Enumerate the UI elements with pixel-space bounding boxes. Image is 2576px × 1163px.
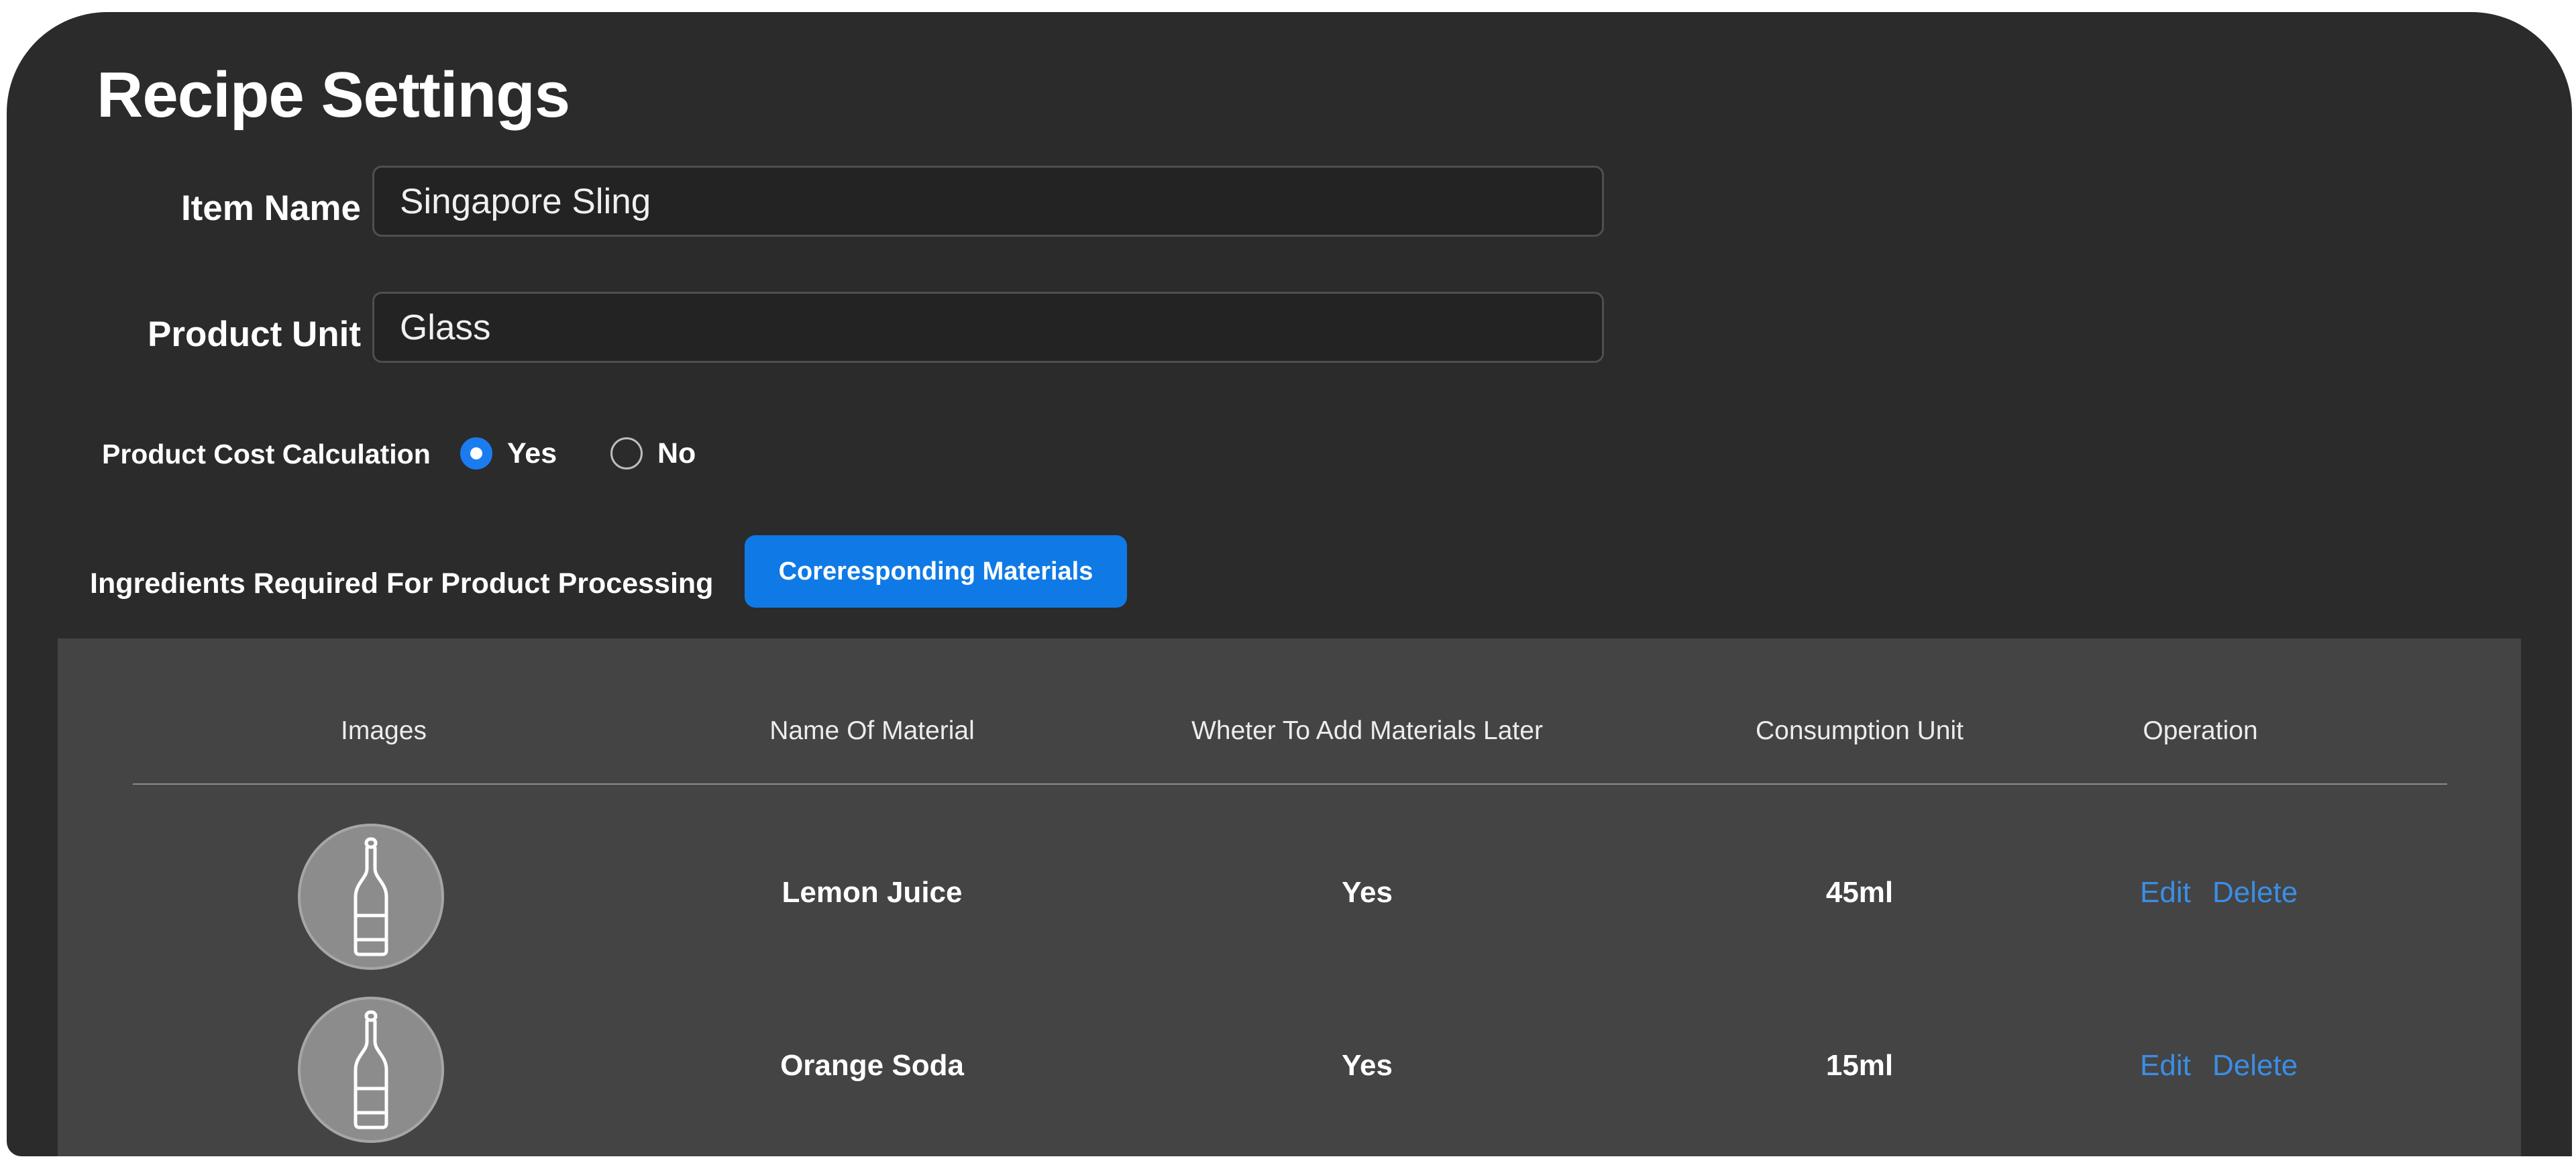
product-cost-calculation-label: Product Cost Calculation xyxy=(102,439,431,469)
radio-checked-icon[interactable] xyxy=(460,437,492,469)
product-unit-label: Product Unit xyxy=(148,315,361,354)
item-name-label: Item Name xyxy=(180,188,361,228)
material-consumption-unit: 45ml xyxy=(1825,876,1894,909)
cost-calc-no-radio[interactable]: No xyxy=(610,433,696,474)
product-unit-input[interactable] xyxy=(372,292,1604,363)
material-name: Lemon Juice xyxy=(782,876,963,909)
edit-link[interactable]: Edit xyxy=(2140,1049,2191,1083)
header-consumption-unit: Consumption Unit xyxy=(1756,716,1964,745)
material-add-later: Yes xyxy=(1342,876,1393,909)
header-divider xyxy=(133,783,2447,785)
material-name: Orange Soda xyxy=(780,1049,964,1082)
recipe-settings-panel: Recipe Settings Item Name Product Unit P… xyxy=(7,12,2572,1156)
radio-unchecked-icon[interactable] xyxy=(610,437,643,469)
corresponding-materials-button[interactable]: Coreresponding Materials xyxy=(745,535,1127,608)
delete-link[interactable]: Delete xyxy=(2212,1049,2298,1083)
header-add-later: Wheter To Add Materials Later xyxy=(1191,716,1543,745)
materials-table: Images Name Of Material Wheter To Add Ma… xyxy=(58,639,2521,1156)
bottle-icon xyxy=(354,837,388,956)
header-images: Images xyxy=(341,716,427,745)
material-consumption-unit: 15ml xyxy=(1825,1049,1894,1082)
ingredients-section-label: Ingredients Required For Product Process… xyxy=(90,567,714,600)
item-name-input[interactable] xyxy=(372,166,1604,237)
page-title: Recipe Settings xyxy=(97,59,570,131)
radio-label-yes: Yes xyxy=(507,437,557,469)
cost-calc-yes-radio[interactable]: Yes xyxy=(460,433,557,474)
table-row: Lemon Juice Yes 45ml Edit Delete xyxy=(58,818,2521,986)
material-image xyxy=(298,824,444,970)
radio-label-no: No xyxy=(657,437,696,469)
table-row: Orange Soda Yes 15ml Edit Delete xyxy=(58,991,2521,1156)
header-name-of-material: Name Of Material xyxy=(769,716,975,745)
material-image xyxy=(298,997,444,1143)
bottle-icon xyxy=(354,1010,388,1129)
header-operation: Operation xyxy=(2143,716,2258,745)
delete-link[interactable]: Delete xyxy=(2212,876,2298,909)
edit-link[interactable]: Edit xyxy=(2140,876,2191,909)
material-add-later: Yes xyxy=(1342,1049,1393,1082)
